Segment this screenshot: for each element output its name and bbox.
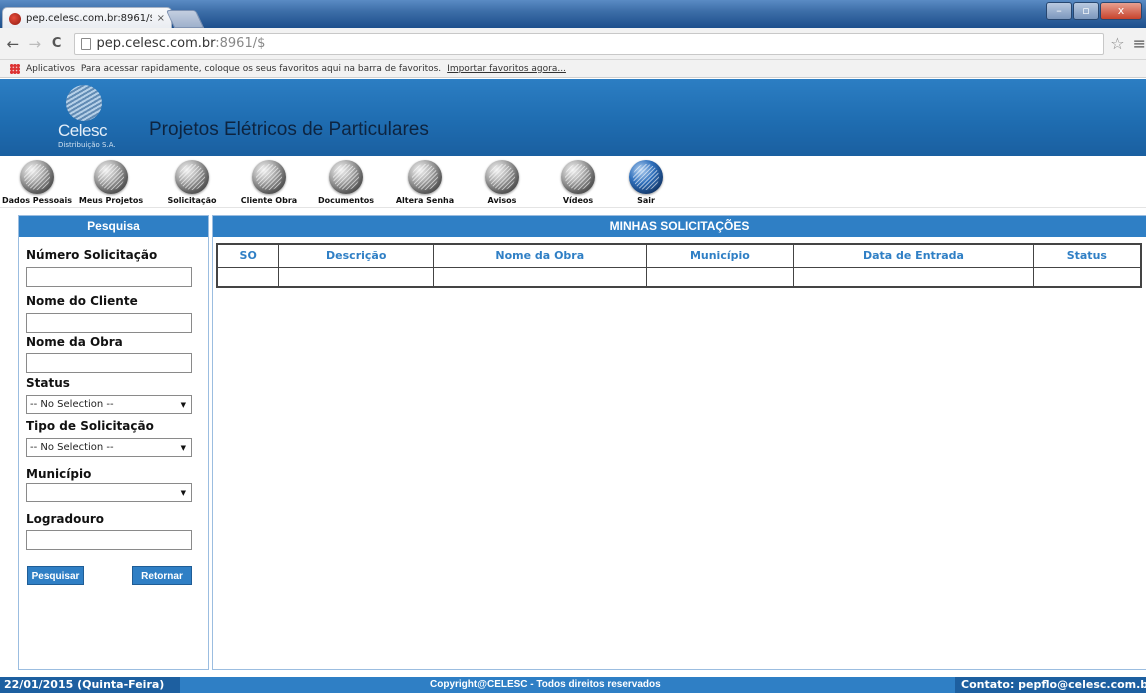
numero-solicitacao-label: Número Solicitação [26,248,158,262]
logradouro-input[interactable] [26,530,192,550]
documentos-icon [329,160,363,194]
logo-subtitle: Distribuição S.A. [58,141,116,149]
nome-cliente-label: Nome do Cliente [26,294,138,308]
minimize-button[interactable]: – [1046,2,1072,20]
tab-title: pep.celesc.com.br:8961/$ [26,13,152,24]
bookmarks-hint: Para acessar rapidamente, coloque os seu… [80,63,442,74]
browser-menu-icon[interactable]: ≡ [1133,34,1146,53]
menu-item-dados-pessoais[interactable]: Dados Pessoais [0,160,77,205]
apps-link[interactable]: Aplicativos [26,64,75,74]
search-panel: Pesquisa Número Solicitação Nome do Clie… [18,215,209,670]
table-cell [1032,266,1142,288]
column-header-so[interactable]: SO [216,243,280,268]
tipo-solicitacao-select[interactable]: -- No Selection -- ▼ [26,438,192,457]
tab-close-icon[interactable]: × [157,13,165,24]
forward-arrow-icon[interactable]: → [26,35,44,53]
solicitacao-icon [175,160,209,194]
table-cell [793,266,1034,288]
nome-obra-label: Nome da Obra [26,335,123,349]
videos-icon [561,160,595,194]
sair-icon [629,160,663,194]
main-menu: Dados Pessoais Meus Projetos Solicitação… [0,156,1146,208]
back-arrow-icon[interactable]: ← [4,35,22,53]
cliente-obra-icon [252,160,286,194]
table-cell [645,266,795,288]
column-header-status[interactable]: Status [1032,243,1142,268]
solicitacoes-table: SO Descrição Nome da Obra Município Data… [216,243,1142,288]
menu-item-documentos[interactable]: Documentos [306,160,386,205]
import-bookmarks-link[interactable]: Importar favoritos agora... [447,64,566,74]
browser-toolbar: ← → C pep.celesc.com.br:8961/$ ☆ ≡ [0,28,1146,60]
solicitacoes-panel: MINHAS SOLICITAÇÕES SO Descrição Nome da… [212,215,1146,670]
dados-pessoais-icon [20,160,54,194]
numero-solicitacao-input[interactable] [26,267,192,287]
celesc-logo: Celesc Distribuição S.A. [58,85,130,153]
altera-senha-icon [408,160,442,194]
table-row [216,266,1142,288]
retornar-button[interactable]: Retornar [132,566,192,585]
meus-projetos-icon [94,160,128,194]
page-icon [80,37,91,50]
logradouro-label: Logradouro [26,512,105,526]
municipio-select[interactable]: ▼ [26,483,192,502]
column-header-descricao[interactable]: Descrição [278,243,435,268]
solicitacoes-title: MINHAS SOLICITAÇÕES [213,216,1146,237]
nome-obra-input[interactable] [26,353,192,373]
municipio-label: Município [26,467,92,481]
logo-globe-icon [66,85,102,121]
menu-item-cliente-obra[interactable]: Cliente Obra [229,160,309,205]
apps-grid-icon[interactable] [10,63,20,74]
reload-icon[interactable]: C [48,36,66,51]
menu-item-meus-projetos[interactable]: Meus Projetos [71,160,151,205]
chevron-down-icon: ▼ [180,400,186,409]
close-window-button[interactable]: x [1100,2,1142,20]
bookmarks-bar: Aplicativos Para acessar rapidamente, co… [0,60,1146,78]
search-panel-title: Pesquisa [19,216,208,237]
table-header-row: SO Descrição Nome da Obra Município Data… [216,243,1142,268]
bookmark-star-icon[interactable]: ☆ [1110,34,1124,53]
logo-name: Celesc [58,121,107,140]
browser-tab[interactable]: pep.celesc.com.br:8961/$ × [2,7,172,29]
window-controls: – ▫ x [1046,2,1142,20]
menu-item-altera-senha[interactable]: Altera Senha [385,160,465,205]
chevron-down-icon: ▼ [180,488,186,497]
column-header-municipio[interactable]: Município [645,243,795,268]
page-footer: 22/01/2015 (Quinta-Feira) Copyright@CELE… [0,677,1146,693]
status-label: Status [26,376,70,390]
menu-item-sair[interactable]: Sair [606,160,686,205]
footer-date: 22/01/2015 (Quinta-Feira) [0,677,180,693]
favicon-icon [9,12,21,25]
footer-contact[interactable]: Contato: pepflo@celesc.com.br [955,677,1146,693]
table-cell [216,266,280,288]
url-text: pep.celesc.com.br:8961/$ [96,36,266,51]
address-bar[interactable]: pep.celesc.com.br:8961/$ [73,32,1105,55]
menu-item-solicitacao[interactable]: Solicitação [152,160,232,205]
pesquisar-button[interactable]: Pesquisar [27,566,84,585]
footer-copyright: Copyright@CELESC - Todos direitos reserv… [430,679,661,690]
nome-cliente-input[interactable] [26,313,192,333]
app-header: Celesc Distribuição S.A. Projetos Elétri… [0,79,1146,156]
table-cell [433,266,647,288]
avisos-icon [485,160,519,194]
chevron-down-icon: ▼ [180,443,186,452]
tipo-solicitacao-label: Tipo de Solicitação [26,419,154,433]
maximize-button[interactable]: ▫ [1073,2,1099,20]
browser-titlebar: pep.celesc.com.br:8961/$ × – ▫ x [0,0,1146,29]
column-header-nome-obra[interactable]: Nome da Obra [433,243,647,268]
column-header-data-entrada[interactable]: Data de Entrada [793,243,1034,268]
table-cell [278,266,435,288]
page-title: Projetos Elétricos de Particulares [149,119,429,140]
menu-item-avisos[interactable]: Avisos [462,160,542,205]
status-select[interactable]: -- No Selection -- ▼ [26,395,192,414]
